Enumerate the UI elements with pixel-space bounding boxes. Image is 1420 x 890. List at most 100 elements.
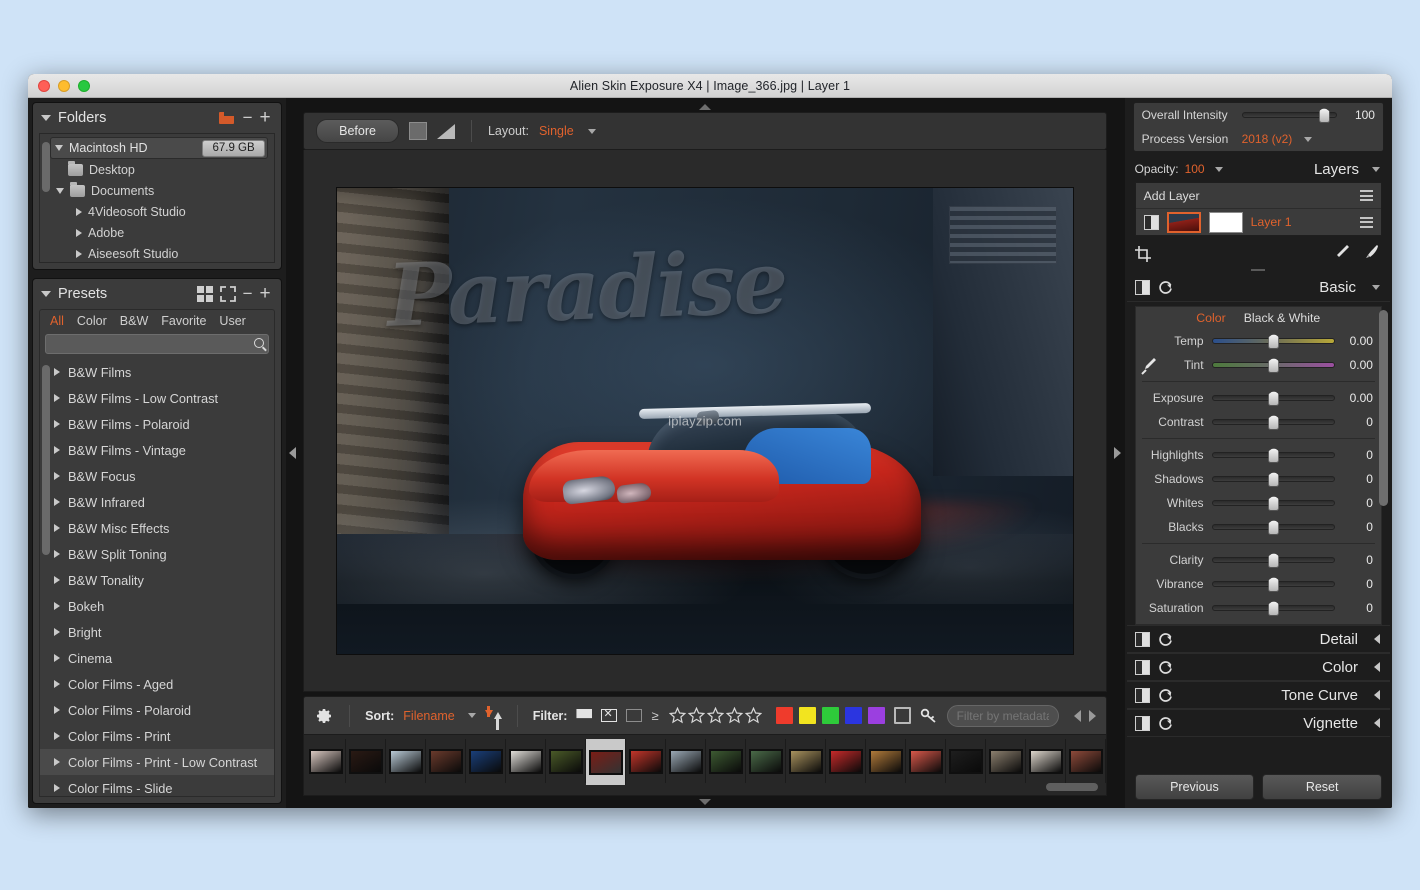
color-label-swatch[interactable]	[821, 707, 839, 724]
preset-item[interactable]: B&W Tonality	[40, 567, 274, 593]
basic-mode-tab[interactable]: Color	[1196, 311, 1225, 325]
preset-item[interactable]: Color Films - Print	[40, 723, 274, 749]
preset-item[interactable]: Color Films - Slide	[40, 775, 274, 796]
preset-item[interactable]: B&W Films - Vintage	[40, 437, 274, 463]
keyword-icon[interactable]	[920, 708, 938, 724]
star-icon[interactable]	[687, 706, 705, 724]
collapsed-section-header[interactable]: Tone Curve	[1126, 681, 1390, 709]
flag-picked-icon[interactable]	[576, 709, 593, 722]
expand-icon[interactable]	[219, 286, 236, 302]
slider-knob[interactable]	[1268, 576, 1280, 592]
slider-knob[interactable]	[1268, 390, 1280, 406]
collapsed-section-header[interactable]: Color	[1126, 653, 1390, 681]
chevron-right-icon[interactable]	[54, 706, 60, 714]
folders-collapse-icon[interactable]	[41, 115, 51, 121]
tree-item[interactable]: Aiseesoft Studio	[40, 243, 274, 262]
preset-filter-tab[interactable]: B&W	[120, 314, 148, 328]
color-label-swatch[interactable]	[798, 707, 816, 724]
filmstrip-scrollbar[interactable]	[1046, 783, 1099, 791]
layer-name[interactable]: Layer 1	[1251, 215, 1292, 229]
chevron-down-icon[interactable]	[1304, 136, 1313, 142]
basic-collapse-icon[interactable]	[1371, 285, 1380, 290]
filmstrip-thumbnail[interactable]	[786, 739, 827, 783]
tree-item[interactable]: Documents	[40, 180, 274, 201]
preset-filter-tab[interactable]: User	[219, 314, 245, 328]
chevron-right-icon[interactable]	[54, 368, 60, 376]
slider-knob[interactable]	[1268, 600, 1280, 616]
top-collapse-handle[interactable]	[303, 102, 1107, 112]
reset-section-icon[interactable]	[1158, 660, 1173, 675]
presets-plus-icon[interactable]: +	[260, 284, 271, 303]
chevron-right-icon[interactable]	[54, 654, 60, 662]
presets-collapse-icon[interactable]	[41, 291, 51, 297]
previous-button[interactable]: Previous	[1134, 774, 1255, 800]
filmstrip-thumbnails[interactable]	[303, 734, 1108, 796]
chevron-right-icon[interactable]	[54, 784, 60, 792]
preset-item[interactable]: Color Films - Polaroid	[40, 697, 274, 723]
preset-filter-tab[interactable]: All	[50, 314, 64, 328]
filmstrip-thumbnail[interactable]	[346, 739, 387, 783]
previous-image-icon[interactable]	[1074, 709, 1082, 722]
chevron-left-icon[interactable]	[1373, 718, 1380, 728]
bottom-collapse-handle[interactable]	[303, 796, 1107, 808]
slider-control[interactable]	[1211, 576, 1335, 592]
chevron-right-icon[interactable]	[54, 446, 60, 454]
chevron-right-icon[interactable]	[54, 576, 60, 584]
metadata-filter-input[interactable]	[956, 708, 1050, 723]
reset-basic-icon[interactable]	[1158, 280, 1173, 295]
preset-item[interactable]: Color Films - Aged	[40, 671, 274, 697]
chevron-down-icon[interactable]	[467, 713, 476, 718]
slider-control[interactable]	[1211, 333, 1335, 349]
tree-item[interactable]: 4Videosoft Studio	[40, 201, 274, 222]
filmstrip-thumbnail[interactable]	[706, 739, 747, 783]
process-version-value[interactable]: 2018 (v2)	[1242, 132, 1293, 146]
metadata-filter-box[interactable]	[946, 704, 1060, 727]
reset-section-icon[interactable]	[1158, 716, 1173, 731]
chevron-left-icon[interactable]	[1373, 634, 1380, 644]
chevron-right-icon[interactable]	[54, 524, 60, 532]
color-label-swatch[interactable]	[844, 707, 862, 724]
preset-list[interactable]: B&W Films B&W Films - Low Contrast B&W Fil…	[39, 359, 275, 797]
color-label-swatch[interactable]	[867, 707, 885, 724]
folders-minus-icon[interactable]: −	[243, 109, 253, 126]
reset-section-icon[interactable]	[1158, 632, 1173, 647]
basic-toggle-icon[interactable]	[1134, 280, 1150, 295]
slider-control[interactable]	[1211, 600, 1335, 616]
star-icon[interactable]	[668, 706, 686, 724]
folders-plus-icon[interactable]: +	[260, 108, 271, 127]
chevron-right-icon[interactable]	[76, 228, 82, 237]
chevron-left-icon[interactable]	[1373, 690, 1380, 700]
chevron-right-icon[interactable]	[54, 758, 60, 766]
filmstrip-thumbnail[interactable]	[986, 739, 1027, 783]
filmstrip-thumbnail[interactable]	[666, 739, 707, 783]
filmstrip-thumbnail[interactable]	[906, 739, 947, 783]
folder-tree[interactable]: Macintosh HD 67.9 GB Desktop Documents 4Vi…	[39, 133, 275, 263]
layout-value[interactable]: Single	[539, 124, 574, 138]
preset-item[interactable]: B&W Misc Effects	[40, 515, 274, 541]
chevron-right-icon[interactable]	[54, 472, 60, 480]
slider-control[interactable]	[1211, 447, 1335, 463]
chevron-right-icon[interactable]	[54, 602, 60, 610]
folder-tree-scrollbar[interactable]	[42, 142, 50, 192]
reset-section-icon[interactable]	[1158, 688, 1173, 703]
collapsed-section-header[interactable]: Detail	[1126, 625, 1390, 653]
flag-unflagged-icon[interactable]	[626, 709, 643, 722]
chevron-right-icon[interactable]	[76, 249, 82, 258]
image-preview-area[interactable]: Paradise iplayzip.com	[303, 150, 1108, 692]
add-layer-menu-icon[interactable]	[1359, 190, 1373, 201]
collapsed-section-header[interactable]: Vignette	[1126, 709, 1390, 737]
opacity-value[interactable]: 100	[1185, 162, 1205, 176]
filmstrip-thumbnail[interactable]	[466, 739, 507, 783]
preview-image[interactable]: Paradise iplayzip.com	[336, 186, 1075, 655]
gradient-wedge-icon[interactable]	[436, 123, 455, 139]
slider-control[interactable]	[1211, 390, 1335, 406]
slider-knob[interactable]	[1268, 552, 1280, 568]
preset-item[interactable]: B&W Films - Polaroid	[40, 411, 274, 437]
section-toggle-icon[interactable]	[1134, 715, 1150, 731]
chevron-down-icon[interactable]	[1214, 166, 1223, 172]
slider-knob[interactable]	[1268, 333, 1280, 349]
layer-row[interactable]: Layer 1	[1136, 209, 1381, 235]
slider-control[interactable]	[1211, 414, 1335, 430]
basic-mode-tab[interactable]: Black & White	[1244, 311, 1321, 325]
preset-search-box[interactable]	[45, 334, 269, 354]
